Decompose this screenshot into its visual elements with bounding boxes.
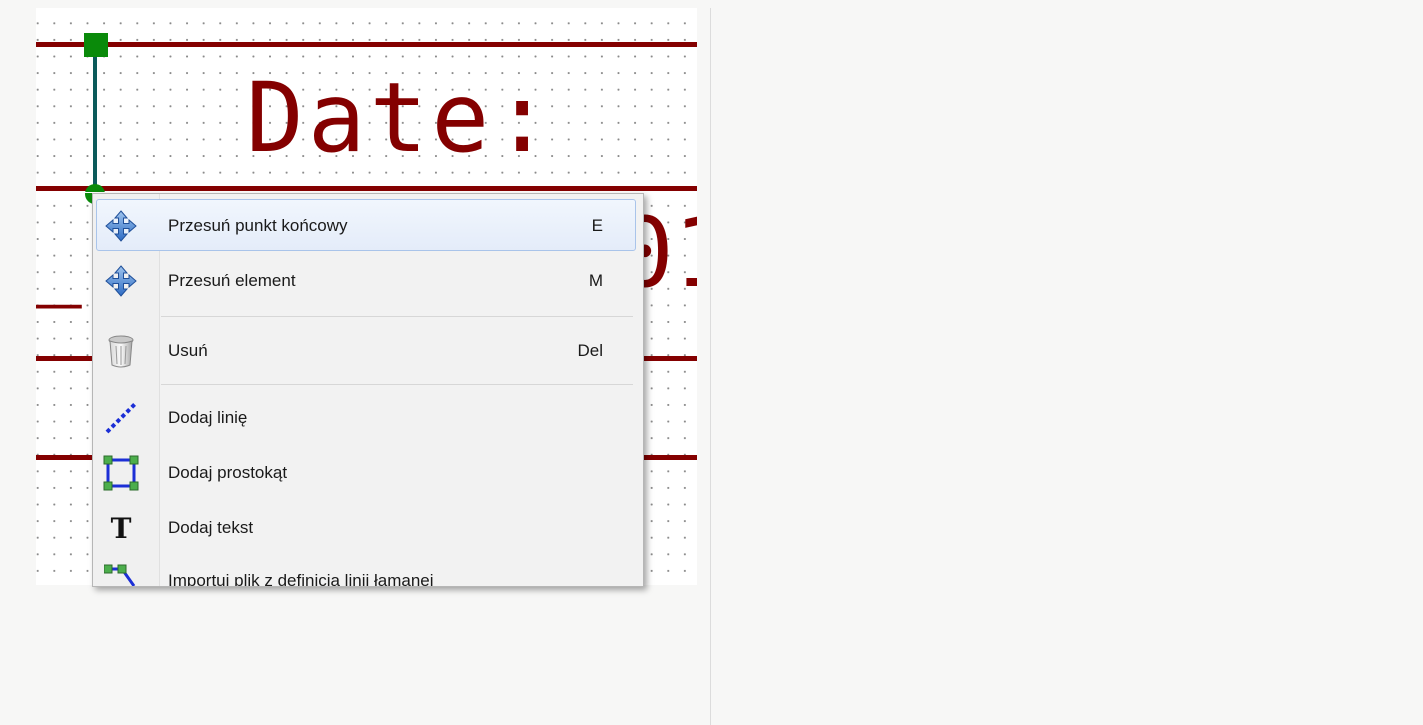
text-t-icon: T bbox=[110, 511, 132, 545]
date-label: Date: bbox=[246, 62, 555, 174]
menu-item-shortcut: Del bbox=[577, 341, 603, 360]
dashed-line-icon bbox=[103, 400, 139, 436]
frame-line-2 bbox=[36, 186, 697, 191]
menu-item-import-polyline[interactable]: Importuj plik z definicją linii łamanej bbox=[96, 554, 636, 587]
menu-item-label: Dodaj prostokąt bbox=[168, 463, 288, 482]
menu-item-delete[interactable]: Usuń Del bbox=[96, 324, 636, 376]
wire-endpoint-handle[interactable] bbox=[84, 33, 108, 57]
move-arrows-icon bbox=[103, 263, 139, 299]
menu-item-shortcut: M bbox=[588, 271, 603, 290]
trash-icon bbox=[103, 333, 139, 369]
right-pane bbox=[711, 8, 1423, 725]
rectangle-icon bbox=[103, 455, 139, 491]
menu-item-label: Usuń bbox=[168, 341, 208, 360]
menu-item-add-rectangle[interactable]: Dodaj prostokąt bbox=[96, 446, 636, 498]
menu-item-label: Przesuń element bbox=[168, 271, 296, 290]
menu-item-add-line[interactable]: Dodaj linię bbox=[96, 391, 636, 443]
menu-separator bbox=[161, 316, 633, 317]
menu-item-shortcut: E bbox=[591, 216, 603, 235]
polyline-icon bbox=[103, 563, 139, 586]
context-menu: Przesuń punkt końcowy E Przesuń element … bbox=[92, 193, 644, 587]
partial-text-left: _ bbox=[36, 203, 82, 303]
frame-line-top bbox=[36, 42, 697, 47]
wire-segment[interactable] bbox=[93, 54, 97, 192]
menu-item-move-endpoint[interactable]: Przesuń punkt końcowy E bbox=[96, 199, 636, 251]
menu-item-label: Dodaj tekst bbox=[168, 518, 254, 537]
left-pane: Date: _ 01 Przesuń punkt końcowy E bbox=[8, 8, 710, 725]
menu-separator bbox=[161, 384, 633, 385]
menu-item-add-text[interactable]: T Dodaj tekst bbox=[96, 501, 636, 553]
menu-item-label: Dodaj linię bbox=[168, 408, 248, 427]
move-arrows-icon bbox=[103, 208, 139, 244]
menu-item-move-element[interactable]: Przesuń element M bbox=[96, 254, 636, 306]
menu-item-label: Importuj plik z definicją linii łamanej bbox=[168, 571, 434, 587]
menu-item-label: Przesuń punkt końcowy bbox=[168, 216, 348, 235]
